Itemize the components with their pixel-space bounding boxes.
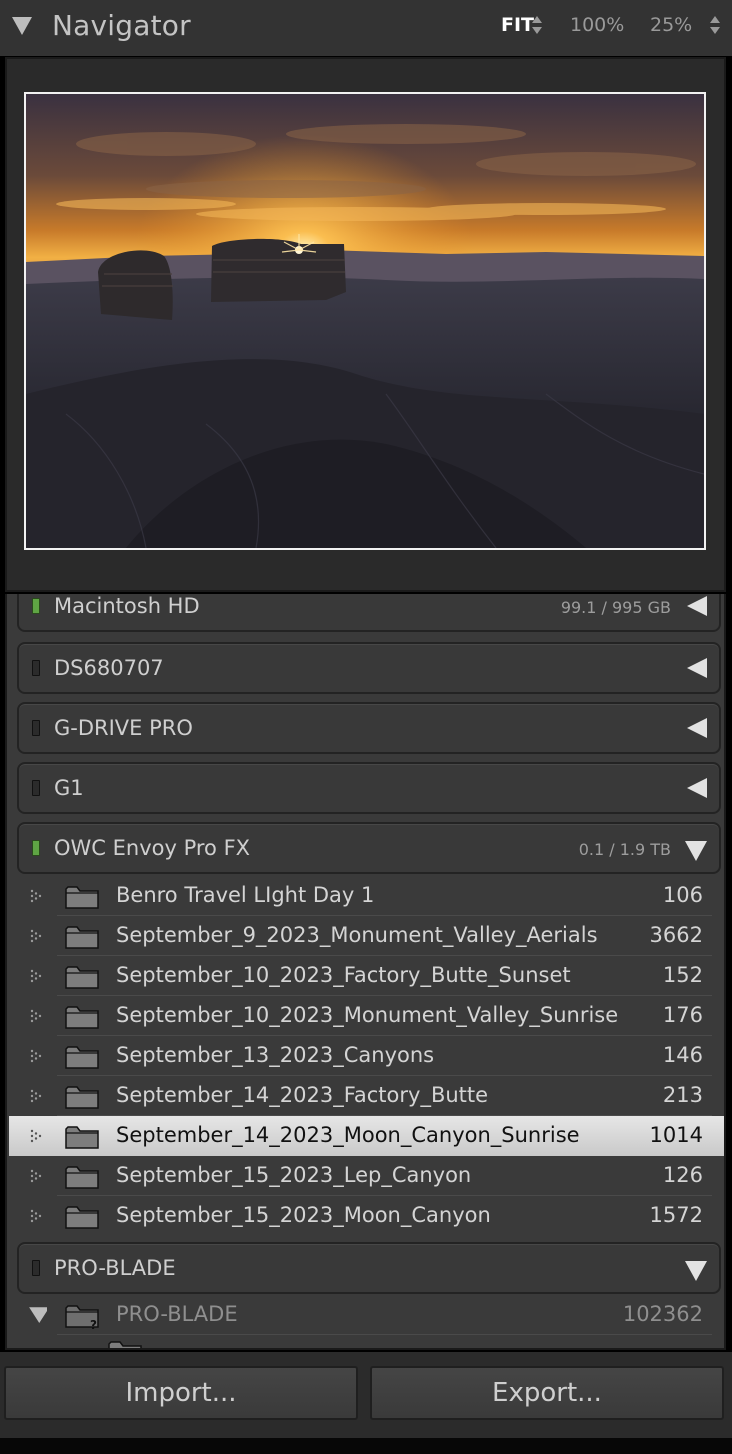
volume-ds680707[interactable]: DS680707: [17, 642, 721, 694]
expand-triangle-icon[interactable]: [687, 718, 707, 738]
zoom-fit-option[interactable]: FIT: [501, 14, 534, 36]
folder-expander-icon[interactable]: [29, 1088, 45, 1104]
folder-icon: [65, 1046, 99, 1069]
expand-triangle-icon[interactable]: [687, 658, 707, 678]
missing-root-folder-row[interactable]: ? PRO-BLADE 102362: [9, 1295, 724, 1335]
volume-online-led-icon: [32, 840, 40, 856]
folder-icon: [65, 926, 99, 949]
volume-macintosh-hd[interactable]: Macintosh HD 99.1 / 995 GB: [17, 594, 721, 632]
folder-expander-icon[interactable]: [29, 1168, 45, 1184]
folder-icon: [65, 886, 99, 909]
folder-count: 146: [662, 1043, 703, 1067]
volume-name: G1: [54, 776, 84, 800]
volume-owc-envoy-pro-fx[interactable]: OWC Envoy Pro FX 0.1 / 1.9 TB: [17, 822, 721, 874]
volume-size: 99.1 / 995 GB: [560, 598, 671, 617]
volume-pro-blade[interactable]: PRO-BLADE: [17, 1242, 721, 1294]
volume-offline-led-icon: [32, 780, 40, 796]
folder-count: 152: [662, 963, 703, 987]
folder-name: September_13_2023_Canyons: [116, 1043, 435, 1067]
folder-expander-icon[interactable]: [29, 1128, 45, 1144]
landscape-photo: [26, 94, 704, 548]
folder-name: September_10_2023_Factory_Butte_Sunset: [116, 963, 571, 987]
zoom-custom-stepper-icon[interactable]: [710, 16, 720, 36]
folder-icon: [65, 966, 99, 989]
folder-icon: [65, 1086, 99, 1109]
volume-size: 0.1 / 1.9 TB: [578, 840, 671, 859]
folder-expander-icon[interactable]: [29, 1048, 45, 1064]
folder-expander-icon[interactable]: [29, 928, 45, 944]
folder-icon: [65, 1206, 99, 1229]
folder-row[interactable]: Benro Travel LIght Day 1 106: [9, 876, 724, 916]
folder-row-selected[interactable]: September_14_2023_Moon_Canyon_Sunrise 10…: [9, 1116, 724, 1156]
folder-name: September_9_2023_Monument_Valley_Aerials: [116, 923, 598, 947]
expand-triangle-icon[interactable]: [687, 596, 707, 616]
svg-text:?: ?: [90, 1318, 97, 1330]
folder-name: PRO-BLADE: [116, 1302, 238, 1326]
collapse-triangle-icon[interactable]: [12, 17, 32, 35]
expand-triangle-icon[interactable]: [687, 778, 707, 798]
missing-folder-icon: ?: [65, 1305, 99, 1330]
volume-g-drive-pro[interactable]: G-DRIVE PRO: [17, 702, 721, 754]
folder-name: September_10_2023_Monument_Valley_Sunris…: [116, 1003, 619, 1027]
folder-count: 1014: [649, 1123, 703, 1147]
collapse-triangle-icon[interactable]: [685, 1261, 707, 1281]
folder-count: 126: [662, 1163, 703, 1187]
volume-online-led-icon: [32, 598, 40, 614]
folder-expander-icon[interactable]: [29, 1008, 45, 1024]
folder-row[interactable]: September_9_2023_Monument_Valley_Aerials…: [9, 916, 724, 956]
volume-name: PRO-BLADE: [54, 1256, 176, 1280]
collapse-triangle-icon[interactable]: [27, 1305, 47, 1323]
folder-row[interactable]: September_10_2023_Factory_Butte_Sunset 1…: [9, 956, 724, 996]
filmstrip-edge: [0, 1438, 732, 1454]
folder-icon: [65, 1006, 99, 1029]
folder-count: 106: [662, 883, 703, 907]
folder-row[interactable]: September_13_2023_Canyons 146: [9, 1036, 724, 1076]
volume-name: G-DRIVE PRO: [54, 716, 193, 740]
export-button[interactable]: Export...: [370, 1366, 724, 1420]
folder-name: September_15_2023_Moon_Canyon: [116, 1203, 491, 1227]
folder-expander-icon[interactable]: [29, 888, 45, 904]
navigator-preview-image[interactable]: [24, 92, 706, 550]
folder-count: 1572: [649, 1203, 703, 1227]
folder-row[interactable]: September_15_2023_Lep_Canyon 126: [9, 1156, 724, 1196]
folder-name: September_14_2023_Factory_Butte: [116, 1083, 489, 1107]
navigator-title: Navigator: [52, 9, 191, 42]
volume-name: Macintosh HD: [54, 594, 200, 618]
partial-folder-icon: [108, 1341, 142, 1348]
volume-offline-led-icon: [32, 660, 40, 676]
folder-row[interactable]: September_14_2023_Factory_Butte 213: [9, 1076, 724, 1116]
volume-offline-led-icon: [32, 720, 40, 736]
import-button[interactable]: Import...: [4, 1366, 358, 1420]
folder-name: Benro Travel LIght Day 1: [116, 883, 375, 907]
folder-row[interactable]: September_15_2023_Moon_Canyon 1572: [9, 1196, 724, 1236]
folder-icon: [65, 1126, 99, 1149]
volume-name: OWC Envoy Pro FX: [54, 836, 251, 860]
folder-icon: [65, 1166, 99, 1189]
zoom-25-option[interactable]: 25%: [650, 14, 692, 36]
zoom-fit-stepper-icon[interactable]: [532, 16, 542, 36]
volume-g1[interactable]: G1: [17, 762, 721, 814]
folder-name: September_14_2023_Moon_Canyon_Sunrise: [116, 1123, 580, 1147]
zoom-100-option[interactable]: 100%: [570, 14, 624, 36]
folder-count: 3662: [649, 923, 703, 947]
folder-count: 213: [662, 1083, 703, 1107]
row-divider: [57, 1334, 712, 1335]
folder-row[interactable]: September_10_2023_Monument_Valley_Sunris…: [9, 996, 724, 1036]
collapse-triangle-icon[interactable]: [685, 841, 707, 861]
volume-offline-led-icon: [32, 1260, 40, 1276]
folder-expander-icon[interactable]: [29, 1208, 45, 1224]
folder-count: 176: [662, 1003, 703, 1027]
folder-expander-icon[interactable]: [29, 968, 45, 984]
folder-name: September_15_2023_Lep_Canyon: [116, 1163, 472, 1187]
navigator-header: Navigator FIT 100% 25%: [0, 0, 732, 56]
folder-count: 102362: [622, 1302, 703, 1326]
folders-panel[interactable]: Macintosh HD 99.1 / 995 GB DS680707 G-DR…: [5, 594, 726, 1350]
volume-name: DS680707: [54, 656, 164, 680]
